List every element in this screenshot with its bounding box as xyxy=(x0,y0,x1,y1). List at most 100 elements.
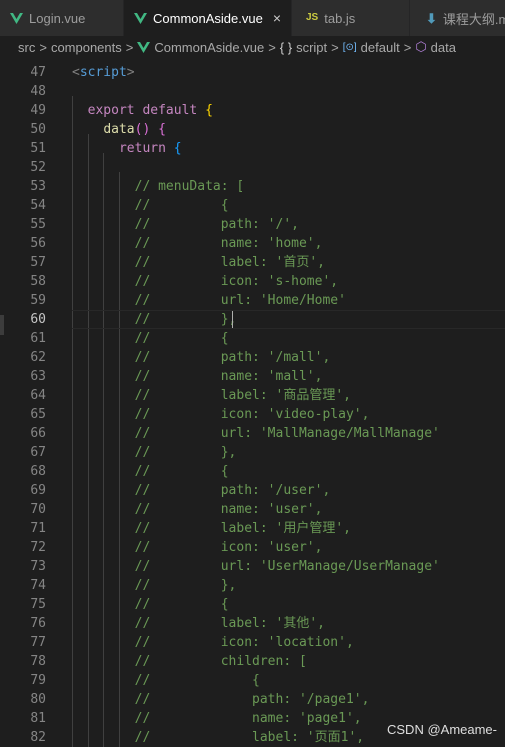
line-number: 59 xyxy=(30,293,46,308)
breadcrumb-data[interactable]: data xyxy=(431,40,456,55)
code-line[interactable]: 74 // }, xyxy=(0,576,505,595)
line-number: 58 xyxy=(30,274,46,289)
code-text: // icon: 'video-play', xyxy=(72,405,370,424)
code-line[interactable]: 57 // label: '首页', xyxy=(0,253,505,272)
code-line[interactable]: 79 // { xyxy=(0,671,505,690)
code-line[interactable]: 49 export default { xyxy=(0,101,505,120)
code-line[interactable]: 72 // icon: 'user', xyxy=(0,538,505,557)
code-line[interactable]: 53 // menuData: [ xyxy=(0,177,505,196)
code-token: // { xyxy=(134,331,229,346)
code-token: // name: 'user', xyxy=(134,502,323,517)
code-line[interactable]: 50 data() { xyxy=(0,120,505,139)
line-number: 51 xyxy=(30,141,46,156)
code-line[interactable]: 73 // url: 'UserManage/UserManage' xyxy=(0,557,505,576)
code-line[interactable]: 70 // name: 'user', xyxy=(0,500,505,519)
code-line[interactable]: 52 xyxy=(0,158,505,177)
code-token: // menuData: [ xyxy=(134,179,245,194)
code-token: script xyxy=(79,65,127,80)
tab-commonaside-vue[interactable]: CommonAside.vue × xyxy=(124,0,292,36)
code-text: // path: '/', xyxy=(72,215,299,234)
code-token: // name: 'mall', xyxy=(134,369,323,384)
line-number: 75 xyxy=(30,597,46,612)
code-token: // label: '页面1', xyxy=(134,730,365,745)
code-line[interactable]: 58 // icon: 's-home', xyxy=(0,272,505,291)
breadcrumb-file[interactable]: CommonAside.vue xyxy=(154,40,264,55)
code-line[interactable]: 71 // label: '用户管理', xyxy=(0,519,505,538)
line-number: 79 xyxy=(30,673,46,688)
code-text: // label: '用户管理', xyxy=(72,519,351,538)
code-line[interactable]: 80 // path: '/page1', xyxy=(0,690,505,709)
line-number: 74 xyxy=(30,578,46,593)
code-line[interactable]: 55 // path: '/', xyxy=(0,215,505,234)
code-text: // name: 'home', xyxy=(72,234,323,253)
code-line[interactable]: 48 xyxy=(0,82,505,101)
code-token: // url: 'MallManage/MallManage' xyxy=(134,426,440,441)
js-icon: JS xyxy=(306,12,319,23)
code-text: data() { xyxy=(72,120,166,139)
breadcrumb-script[interactable]: script xyxy=(296,40,327,55)
code-line[interactable]: 65 // icon: 'video-play', xyxy=(0,405,505,424)
code-token: // url: 'UserManage/UserManage' xyxy=(134,559,440,574)
code-line[interactable]: 68 // { xyxy=(0,462,505,481)
tab-outline-md[interactable]: ⬇ 课程大纲.m xyxy=(410,0,505,36)
code-line[interactable]: 61 // { xyxy=(0,329,505,348)
line-number: 50 xyxy=(30,122,46,137)
tab-label: tab.js xyxy=(324,10,356,26)
line-number: 77 xyxy=(30,635,46,650)
code-line[interactable]: 77 // icon: 'location', xyxy=(0,633,505,652)
code-text: // { xyxy=(72,671,260,690)
code-text: // icon: 'user', xyxy=(72,538,323,557)
breadcrumb-components[interactable]: components xyxy=(51,40,122,55)
code-line[interactable]: 67 // }, xyxy=(0,443,505,462)
code-line[interactable]: 69 // path: '/user', xyxy=(0,481,505,500)
breadcrumb-src[interactable]: src xyxy=(18,40,35,55)
braces-icon: { } xyxy=(279,39,293,55)
tab-label: Login.vue xyxy=(29,10,86,26)
line-number: 67 xyxy=(30,445,46,460)
code-line[interactable]: 56 // name: 'home', xyxy=(0,234,505,253)
close-icon[interactable]: × xyxy=(273,10,281,26)
code-line[interactable]: 51 return { xyxy=(0,139,505,158)
code-line[interactable]: 62 // path: '/mall', xyxy=(0,348,505,367)
code-editor[interactable]: 47 <script> 48 49 export default {50 data()… xyxy=(0,58,505,747)
chevron-right-icon: > xyxy=(331,39,339,55)
tab-label: CommonAside.vue xyxy=(153,10,263,26)
code-token: export xyxy=(87,103,135,118)
tab-login-vue[interactable]: Login.vue xyxy=(0,0,124,36)
code-line[interactable]: 64 // label: '商品管理', xyxy=(0,386,505,405)
code-line[interactable]: 63 // name: 'mall', xyxy=(0,367,505,386)
code-line[interactable]: 78 // children: [ xyxy=(0,652,505,671)
line-number: 62 xyxy=(30,350,46,365)
code-line[interactable]: 59 // url: 'Home/Home' xyxy=(0,291,505,310)
code-line[interactable]: 60 // }, xyxy=(0,310,505,329)
code-text: // { xyxy=(72,595,229,614)
code-text: // icon: 'location', xyxy=(72,633,354,652)
code-text: // { xyxy=(72,329,229,348)
vue-icon xyxy=(10,12,23,24)
code-token: // label: '用户管理', xyxy=(134,521,351,536)
tab-tab-js[interactable]: JS tab.js xyxy=(292,0,410,36)
code-line[interactable]: 54 // { xyxy=(0,196,505,215)
code-line[interactable]: 75 // { xyxy=(0,595,505,614)
code-token: // name: 'page1', xyxy=(134,711,362,726)
code-line[interactable]: 47 <script> xyxy=(0,63,505,82)
code-token: // icon: 'user', xyxy=(134,540,323,555)
code-line[interactable]: 66 // url: 'MallManage/MallManage' xyxy=(0,424,505,443)
code-token: data xyxy=(103,122,135,137)
code-text: // }, xyxy=(72,443,237,462)
code-line[interactable]: 76 // label: '其他', xyxy=(0,614,505,633)
breadcrumb-default[interactable]: default xyxy=(361,40,400,55)
